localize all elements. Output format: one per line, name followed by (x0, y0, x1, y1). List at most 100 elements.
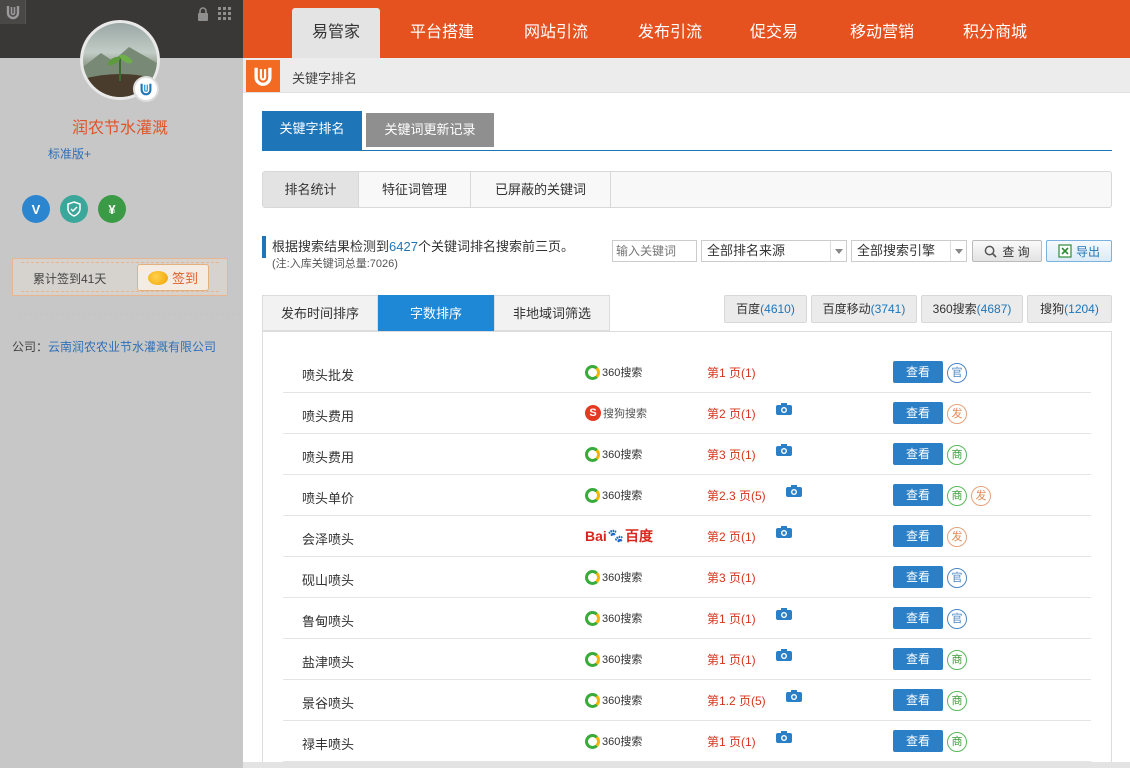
engine-cell: 360搜索 (585, 692, 642, 708)
engine-count-360[interactable]: 360搜索(4687) (921, 295, 1023, 323)
yuan-badge-icon[interactable]: ¥ (98, 195, 126, 223)
engine-cell: 360搜索 (585, 569, 642, 585)
tab-keyword-ranking[interactable]: 关键字排名 (262, 111, 362, 151)
export-button-label: 导出 (1075, 244, 1100, 259)
ring-shape (585, 446, 600, 462)
view-button[interactable]: 查看 (893, 402, 943, 424)
view-button[interactable]: 查看 (893, 607, 943, 629)
official-tag-icon[interactable]: 官 (947, 363, 967, 383)
nav-tab-mobile[interactable]: 移动营销 (842, 0, 922, 58)
nav-tab-site-traffic[interactable]: 网站引流 (512, 0, 600, 58)
chevron-down-icon (950, 241, 966, 261)
view-button[interactable]: 查看 (893, 566, 943, 588)
sort-by-word-count[interactable]: 字数排序 (378, 295, 494, 331)
query-button[interactable]: 查 询 (972, 240, 1042, 262)
engine-select[interactable]: 全部搜索引擎 (851, 240, 967, 262)
nav-tab-platform[interactable]: 平台搭建 (398, 0, 486, 58)
ring-shape (585, 569, 600, 585)
nav-tab-trade[interactable]: 促交易 (739, 0, 809, 58)
merchant-tag-icon[interactable]: 商 (947, 486, 967, 506)
info-suffix: 个关键词排名搜索前三页。 (417, 239, 574, 254)
table-row: 喷头单价 360搜索 第2.3 页(5) 查看商发 (283, 475, 1091, 516)
engine-count-sogou[interactable]: 搜狗(1204) (1027, 295, 1112, 323)
baidu-latin: Bai (585, 528, 607, 544)
tab-update-records[interactable]: 关键词更新记录 (366, 113, 494, 147)
engine-360-logo-icon: 360搜索 (585, 610, 642, 626)
edition-link[interactable]: 标准版+ (48, 145, 91, 162)
company-link[interactable]: 云南润农农业节水灌溉有限公司 (48, 340, 216, 354)
info-count: 6427 (389, 239, 418, 254)
publish-tag-icon[interactable]: 发 (947, 404, 967, 424)
vip-badge-icon[interactable]: V (22, 195, 50, 223)
engine-label: 360搜索 (602, 449, 643, 461)
lock-icon[interactable] (197, 7, 209, 21)
table-row: 盐津喷头 360搜索 第1 页(1) 查看商 (283, 639, 1091, 680)
ring-shape (585, 692, 600, 708)
signin-button[interactable]: 签到 (137, 264, 209, 291)
view-button[interactable]: 查看 (893, 689, 943, 711)
view-button[interactable]: 查看 (893, 361, 943, 383)
nav-tab-points-mall[interactable]: 积分商城 (954, 0, 1036, 58)
brand-mini-logo[interactable] (0, 0, 26, 24)
keyword-search-input[interactable] (612, 240, 697, 262)
bottom-scrollbar[interactable] (243, 762, 1130, 768)
publish-tag-icon[interactable]: 发 (947, 527, 967, 547)
official-tag-icon[interactable]: 官 (947, 568, 967, 588)
engine-name: 搜狗 (1040, 302, 1065, 316)
rank-text: 第1 页(1) (707, 653, 756, 667)
company-line: 公司：云南润农农业节水灌溉有限公司 (12, 338, 216, 355)
merchant-tag-icon[interactable]: 商 (947, 445, 967, 465)
engine-label: 360搜索 (602, 736, 643, 748)
breadcrumb: 关键字排名 (243, 58, 1130, 93)
table-row: 喷头费用 S 搜狗搜索 第2 页(1) 查看发 (283, 393, 1091, 434)
paw-icon: 🐾 (607, 528, 624, 543)
nav-tab-publish-traffic[interactable]: 发布引流 (626, 0, 714, 58)
merchant-tag-icon[interactable]: 商 (947, 691, 967, 711)
engine-label: 360搜索 (602, 367, 643, 379)
keyword-text: 喷头费用 (302, 450, 355, 465)
view-button[interactable]: 查看 (893, 730, 943, 752)
snapshot-camera-icon[interactable] (775, 607, 793, 621)
snapshot-camera-icon[interactable] (775, 525, 793, 539)
view-button[interactable]: 查看 (893, 648, 943, 670)
snapshot-camera-icon[interactable] (775, 730, 793, 744)
view-button[interactable]: 查看 (893, 525, 943, 547)
engine-label: 360搜索 (602, 654, 643, 666)
engine-name: 百度 (736, 302, 761, 316)
keyword-text: 会泽喷头 (302, 532, 355, 547)
table-row: 禄丰喷头 360搜索 第1 页(1) 查看商 (283, 721, 1091, 762)
apps-grid-icon[interactable] (218, 7, 232, 21)
subtab-ranking-stats[interactable]: 排名统计 (263, 172, 359, 207)
keyword-text: 禄丰喷头 (302, 737, 355, 752)
snapshot-camera-icon[interactable] (775, 402, 793, 416)
view-button[interactable]: 查看 (893, 443, 943, 465)
snapshot-camera-icon[interactable] (775, 443, 793, 457)
view-button[interactable]: 查看 (893, 484, 943, 506)
table-row: 会泽喷头 Bai 🐾 百度 第2 页(1) 查看发 (283, 516, 1091, 557)
engine-count-baidu[interactable]: 百度(4610) (724, 295, 807, 323)
official-tag-icon[interactable]: 官 (947, 609, 967, 629)
publish-tag-icon[interactable]: 发 (971, 486, 991, 506)
snapshot-camera-icon[interactable] (785, 689, 803, 703)
company-label: 公司： (12, 340, 49, 354)
shield-badge-icon[interactable] (60, 195, 88, 223)
merchant-tag-icon[interactable]: 商 (947, 732, 967, 752)
rank-text: 第2 页(1) (707, 407, 756, 421)
engine-cell: S 搜狗搜索 (585, 405, 647, 421)
subtab-feature-words[interactable]: 特征词管理 (359, 172, 471, 207)
engine-360-logo-icon: 360搜索 (585, 733, 642, 749)
table-row: 喷头费用 360搜索 第3 页(1) 查看商 (283, 434, 1091, 475)
engine-count-baidu-mobile[interactable]: 百度移动(3741) (811, 295, 917, 323)
engine-cell: 360搜索 (585, 487, 642, 503)
sort-by-publish-time[interactable]: 发布时间排序 (262, 295, 378, 331)
snapshot-camera-icon[interactable] (775, 648, 793, 662)
nav-tab-yiguanjia[interactable]: 易管家 (292, 8, 380, 58)
export-button[interactable]: 导出 (1046, 240, 1112, 262)
ring-shape (585, 364, 600, 380)
filter-non-regional[interactable]: 非地域词筛选 (494, 295, 610, 331)
merchant-tag-icon[interactable]: 商 (947, 650, 967, 670)
snapshot-camera-icon[interactable] (785, 484, 803, 498)
rank-text: 第2 页(1) (707, 530, 756, 544)
subtab-blocked-keywords[interactable]: 已屏蔽的关键词 (471, 172, 611, 207)
source-select[interactable]: 全部排名来源 (701, 240, 847, 262)
